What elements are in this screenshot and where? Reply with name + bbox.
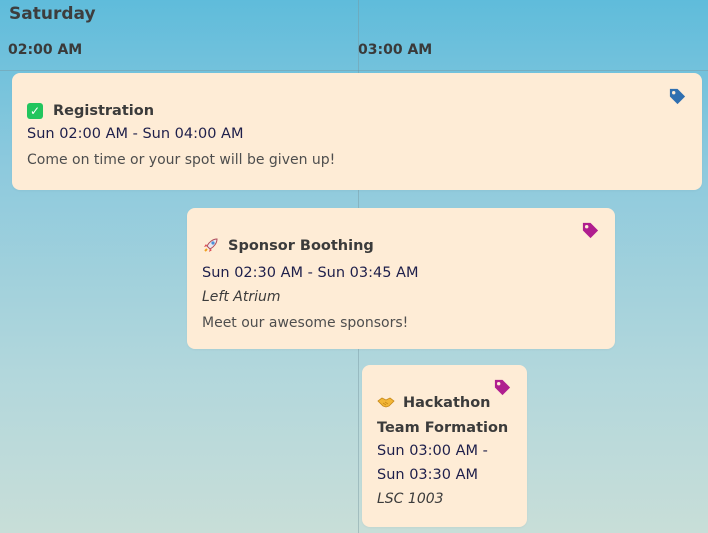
event-title-line-1: Hackathon (403, 395, 491, 411)
rocket-emoji-icon (202, 236, 220, 261)
event-location: Left Atrium (202, 289, 281, 305)
event-time-line-2: Sun 03:30 AM (377, 467, 479, 483)
event-card-registration[interactable]: ✓ Registration Sun 02:00 AM - Sun 04:00 … (12, 73, 702, 190)
event-title-row: Sponsor Boothing (202, 236, 600, 261)
event-description: Meet our awesome sponsors! (202, 315, 409, 331)
tag-icon[interactable] (668, 87, 687, 106)
event-time-line-1: Sun 03:00 AM - (377, 443, 488, 459)
event-description: Come on time or your spot will be given … (27, 152, 336, 168)
event-title: Registration (53, 103, 155, 119)
event-title-row: ✓ Registration (27, 101, 687, 122)
event-location: LSC 1003 (377, 491, 444, 507)
tag-icon[interactable] (581, 221, 600, 240)
event-title-row: Hackathon (377, 393, 512, 418)
tag-icon[interactable] (493, 378, 512, 397)
event-time: Sun 02:00 AM - Sun 04:00 AM (27, 126, 244, 142)
check-emoji-icon: ✓ (27, 101, 45, 122)
time-label-0200: 02:00 AM (8, 42, 83, 58)
header-divider (0, 70, 708, 71)
time-label-0300: 03:00 AM (358, 42, 433, 58)
event-title-line-2: Team Formation (377, 420, 509, 436)
event-title: Hackathon (403, 393, 490, 414)
day-title: Saturday (9, 4, 96, 24)
event-title: Sponsor Boothing (228, 238, 374, 254)
event-time: Sun 02:30 AM - Sun 03:45 AM (202, 265, 419, 281)
event-card-hackathon-team-formation[interactable]: Hackathon Team Formation Sun 03:00 AM - … (362, 365, 527, 527)
event-title-row-2: Team Formation (377, 418, 512, 439)
handshake-emoji-icon (377, 393, 395, 418)
event-card-sponsor-boothing[interactable]: Sponsor Boothing Sun 02:30 AM - Sun 03:4… (187, 208, 615, 349)
